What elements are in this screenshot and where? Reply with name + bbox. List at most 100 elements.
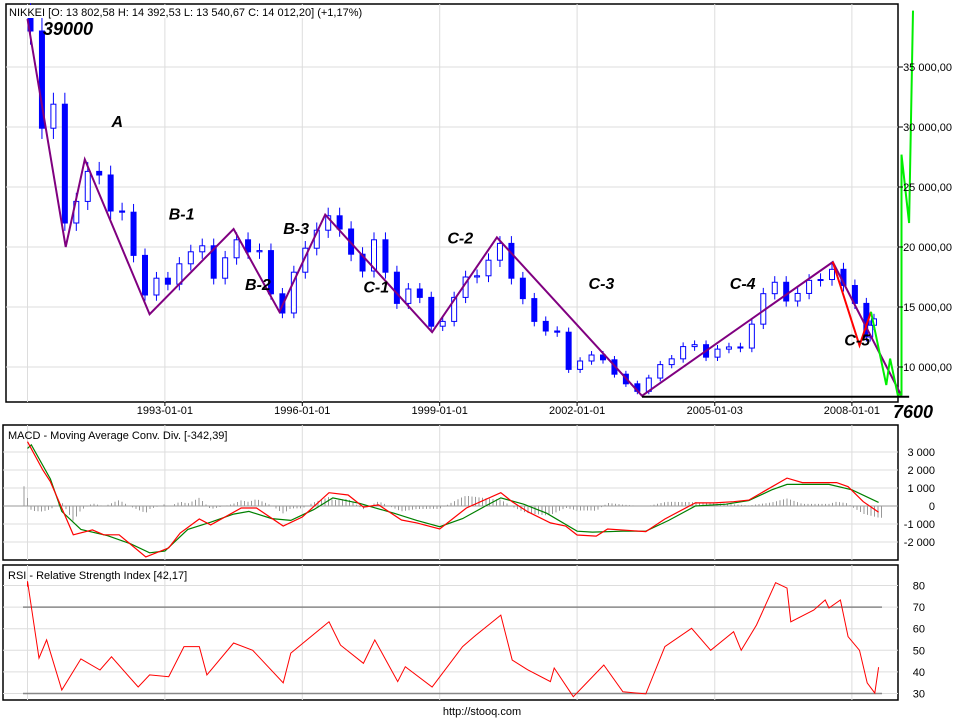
top-value-label: 39000 bbox=[43, 19, 93, 39]
y-tick-label: 80 bbox=[913, 581, 925, 593]
wave-label: C-2 bbox=[447, 230, 473, 247]
y-tick-label: 25 000,00 bbox=[903, 182, 952, 194]
y-tick-label: 3 000 bbox=[907, 447, 935, 459]
candle-body bbox=[187, 251, 194, 265]
y-tick-label: 50 bbox=[913, 645, 925, 657]
candle-body bbox=[748, 323, 755, 349]
candle-body bbox=[680, 346, 687, 360]
candle-body bbox=[657, 364, 664, 379]
y-tick-label: 0 bbox=[929, 501, 935, 513]
source-link[interactable]: http://stooq.com bbox=[443, 706, 521, 718]
wave-label: C-3 bbox=[589, 276, 615, 293]
wave-label: B-3 bbox=[283, 221, 309, 238]
candle-body bbox=[485, 259, 492, 277]
candle bbox=[130, 203, 137, 263]
candle bbox=[290, 265, 297, 319]
macd-title: MACD - Moving Average Conv. Div. [-342,3… bbox=[8, 430, 227, 442]
candle-body bbox=[519, 277, 526, 300]
candle-body bbox=[508, 242, 515, 279]
candle-body bbox=[542, 320, 549, 332]
y-tick-label: 30 000,00 bbox=[903, 122, 952, 134]
candle-body bbox=[588, 354, 595, 362]
y-tick-label: 35 000,00 bbox=[903, 62, 952, 74]
candle-body bbox=[474, 275, 481, 278]
candle bbox=[508, 236, 515, 285]
candle-body bbox=[153, 277, 160, 296]
candle-body bbox=[817, 279, 824, 282]
candle bbox=[428, 291, 435, 332]
y-tick-label: 15 000,00 bbox=[903, 302, 952, 314]
x-tick-label: 2008-01-01 bbox=[824, 405, 880, 417]
wave-label: B-1 bbox=[169, 206, 195, 223]
wave-label: C-5 bbox=[844, 332, 871, 349]
rsi-y-axis: 80 70 60 50 40 30 bbox=[913, 581, 925, 701]
candle-body bbox=[107, 174, 114, 212]
candle-body bbox=[668, 358, 675, 366]
wave-label: A bbox=[110, 114, 123, 131]
y-tick-label: 2 000 bbox=[907, 465, 935, 477]
nikkei-chart: 35 000,00 30 000,00 25 000,00 20 000,00 15 0… bbox=[2, 3, 952, 718]
rsi-panel: 80 70 60 50 40 30 RSI - Relative Strength Ind… bbox=[2, 564, 925, 701]
candle bbox=[61, 92, 68, 231]
candle-body bbox=[565, 331, 572, 370]
y-tick-label: 70 bbox=[913, 602, 925, 614]
x-tick-label: 2005-01-03 bbox=[687, 405, 743, 417]
price-panel: 35 000,00 30 000,00 25 000,00 20 000,00 15 0… bbox=[5, 3, 952, 422]
candle-body bbox=[806, 279, 813, 294]
candle-body bbox=[233, 239, 240, 259]
candle-body bbox=[119, 210, 126, 213]
y-tick-label: 40 bbox=[913, 667, 925, 679]
candle-body bbox=[714, 348, 721, 358]
candle bbox=[565, 327, 572, 373]
y-tick-label: -1 000 bbox=[904, 519, 935, 531]
candle-body bbox=[336, 215, 343, 230]
candle bbox=[142, 248, 148, 301]
price-y-axis: 35 000,00 30 000,00 25 000,00 20 000,00 15 0… bbox=[898, 62, 952, 374]
y-tick-label: 60 bbox=[913, 624, 925, 636]
candle-body bbox=[428, 296, 435, 327]
rsi-title: RSI - Relative Strength Index [42,17] bbox=[8, 570, 187, 582]
candle-body bbox=[142, 254, 148, 296]
candle-body bbox=[439, 320, 446, 327]
y-tick-label: -2 000 bbox=[904, 537, 935, 549]
macd-y-axis: 3 000 2 000 1 000 0 -1 000 -2 000 bbox=[904, 447, 935, 549]
wave-label: C-4 bbox=[730, 276, 756, 293]
price-panel-frame bbox=[5, 3, 899, 403]
candle-body bbox=[794, 292, 801, 302]
date-x-axis: 1993-01-01 1996-01-01 1999-01-01 2002-01-01… bbox=[137, 402, 880, 417]
y-tick-label: 20 000,00 bbox=[903, 242, 952, 254]
candle-body bbox=[554, 330, 561, 333]
candle-body bbox=[577, 360, 584, 370]
price-title: NIKKEI [O: 13 802,58 H: 14 392,53 L: 13 … bbox=[9, 7, 362, 19]
candle-body bbox=[737, 346, 744, 349]
candle-body bbox=[96, 170, 103, 176]
candle-body bbox=[222, 257, 229, 279]
candle-body bbox=[199, 245, 206, 253]
candle-body bbox=[416, 288, 423, 298]
x-tick-label: 1993-01-01 bbox=[137, 405, 193, 417]
candle-body bbox=[691, 344, 698, 348]
wave-label: B-2 bbox=[245, 277, 271, 294]
candle bbox=[393, 265, 400, 309]
candle-body bbox=[531, 298, 538, 322]
candle-body bbox=[393, 271, 400, 304]
candle-body bbox=[164, 277, 171, 285]
x-tick-label: 1996-01-01 bbox=[274, 405, 330, 417]
candle-body bbox=[61, 103, 68, 224]
wave-label: C-1 bbox=[363, 280, 389, 297]
candle-body bbox=[829, 268, 835, 281]
candle-body bbox=[771, 281, 778, 295]
y-tick-label: 30 bbox=[913, 689, 925, 701]
candle-body bbox=[256, 250, 263, 253]
y-tick-label: 10 000,00 bbox=[903, 362, 952, 374]
candle-body bbox=[783, 281, 790, 302]
macd-panel-frame bbox=[2, 424, 899, 561]
x-tick-label: 1999-01-01 bbox=[412, 405, 468, 417]
macd-panel: 3 000 2 000 1 000 0 -1 000 -2 000 MACD - Movi… bbox=[2, 424, 935, 561]
candle bbox=[748, 319, 755, 353]
candle bbox=[382, 232, 389, 279]
y-tick-label: 1 000 bbox=[907, 483, 935, 495]
candle-body bbox=[382, 239, 389, 273]
candle-body bbox=[405, 288, 412, 304]
candle-body bbox=[50, 103, 57, 129]
